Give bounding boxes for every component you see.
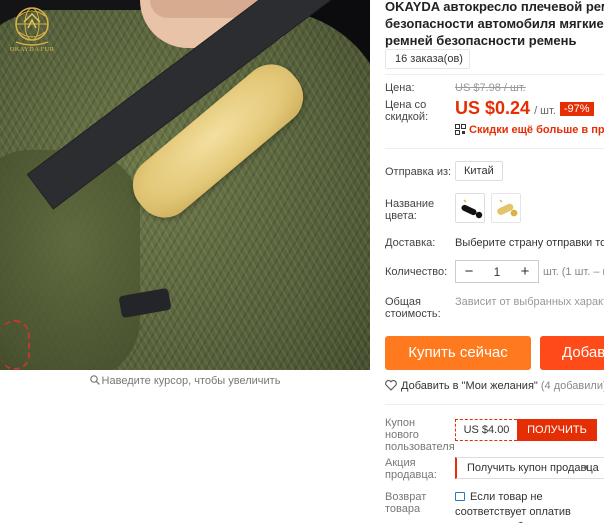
returns-description: Если товар не соответствует оплатив стои… bbox=[455, 491, 571, 523]
black-pad-thumbnail bbox=[461, 199, 483, 219]
ship-from-label: Отправка из: bbox=[385, 166, 452, 178]
total-value: Зависит от выбранных характер bbox=[455, 296, 604, 308]
seller-coupon-select[interactable]: Получить купон продавца ▼ bbox=[455, 457, 604, 479]
delivery-label: Доставка: bbox=[385, 237, 436, 249]
color-label: Название цвета: bbox=[385, 198, 435, 222]
zoom-hint-text: Наведите курсор, чтобы увеличить bbox=[101, 375, 281, 387]
price-label: Цена: bbox=[385, 82, 415, 94]
discount-price: US $0.24/ шт. -97% bbox=[455, 98, 594, 119]
product-image[interactable]: OKAYDA FUR bbox=[0, 0, 370, 370]
price-unit: / шт. bbox=[534, 105, 556, 117]
wishlist-link[interactable]: Добавить в "Мои желания" (4 добавили) bbox=[385, 380, 604, 392]
orders-count: 16 заказа(ов) bbox=[385, 49, 470, 69]
product-title: OKAYDA автокресло плечевой ремень безопа… bbox=[385, 0, 604, 49]
title-line: безопасности автомобиля мягкие Бес bbox=[385, 16, 604, 31]
app-promo[interactable]: Скидки ещё больше в прило bbox=[455, 124, 604, 136]
info-card-icon bbox=[455, 492, 465, 501]
get-coupon-button[interactable]: ПОЛУЧИТЬ bbox=[517, 419, 597, 441]
quantity-label: Количество: bbox=[385, 266, 448, 278]
app-promo-link[interactable]: Скидки ещё больше в прило bbox=[469, 124, 604, 136]
image-seat-stitch bbox=[0, 320, 30, 370]
quantity-available: шт. (1 шт. – м bbox=[543, 266, 604, 278]
total-label: Общая стоимость: bbox=[385, 296, 441, 320]
chevron-down-icon: ▼ bbox=[582, 463, 590, 472]
ship-from-option-china[interactable]: Китай bbox=[455, 161, 503, 181]
qr-code-icon bbox=[455, 124, 466, 135]
logo-globe-icon bbox=[15, 7, 49, 46]
divider bbox=[385, 74, 604, 75]
product-info: OKAYDA автокресло плечевой ремень безопа… bbox=[385, 0, 604, 523]
coupon-amount: US $4.00 bbox=[455, 419, 517, 441]
divider bbox=[385, 148, 604, 149]
seller-coupon-select-label: Получить купон продавца bbox=[467, 462, 599, 474]
returns-label: Возврат товара bbox=[385, 491, 427, 515]
wishlist-count: (4 добавили) bbox=[540, 380, 604, 392]
title-line: OKAYDA автокресло плечевой ремень bbox=[385, 0, 604, 14]
color-swatch-black[interactable] bbox=[455, 193, 485, 223]
quantity-increase-button[interactable]: + bbox=[512, 261, 538, 282]
color-swatch-yellow[interactable] bbox=[491, 193, 521, 223]
zoom-hint: Наведите курсор, чтобы увеличить bbox=[0, 375, 370, 387]
logo-text: OKAYDA FUR bbox=[9, 46, 55, 53]
quantity-decrease-button[interactable]: − bbox=[456, 261, 482, 282]
buy-now-button[interactable]: Купить сейчас bbox=[385, 336, 531, 370]
old-price: US $7.98 / шт. bbox=[455, 82, 526, 94]
ship-from-options: Китай bbox=[455, 161, 503, 181]
current-price: US $0.24 bbox=[455, 98, 531, 118]
seller-promo-label: Акция продавца: bbox=[385, 457, 437, 481]
delivery-select[interactable]: Выберите страну отправки това bbox=[455, 237, 604, 249]
returns-text: Если товар не соответствует оплатив стои… bbox=[455, 490, 604, 523]
yellow-pad-thumbnail bbox=[497, 199, 518, 217]
discount-price-label: Цена со скидкой: bbox=[385, 99, 429, 123]
new-user-coupon-label: Купон нового пользователя bbox=[385, 417, 455, 453]
discount-badge: -97% bbox=[559, 102, 594, 116]
quantity-stepper[interactable]: − 1 + bbox=[455, 260, 539, 283]
add-to-cart-button[interactable]: Добавить bbox=[540, 336, 604, 370]
wishlist-label[interactable]: Добавить в "Мои желания" bbox=[401, 380, 538, 392]
brand-logo: OKAYDA FUR bbox=[4, 2, 60, 66]
divider bbox=[385, 404, 604, 405]
quantity-value[interactable]: 1 bbox=[482, 265, 512, 279]
title-line: ремней безопасности ремень bbox=[385, 33, 577, 48]
magnifier-icon bbox=[89, 375, 100, 385]
heart-icon bbox=[385, 380, 397, 391]
